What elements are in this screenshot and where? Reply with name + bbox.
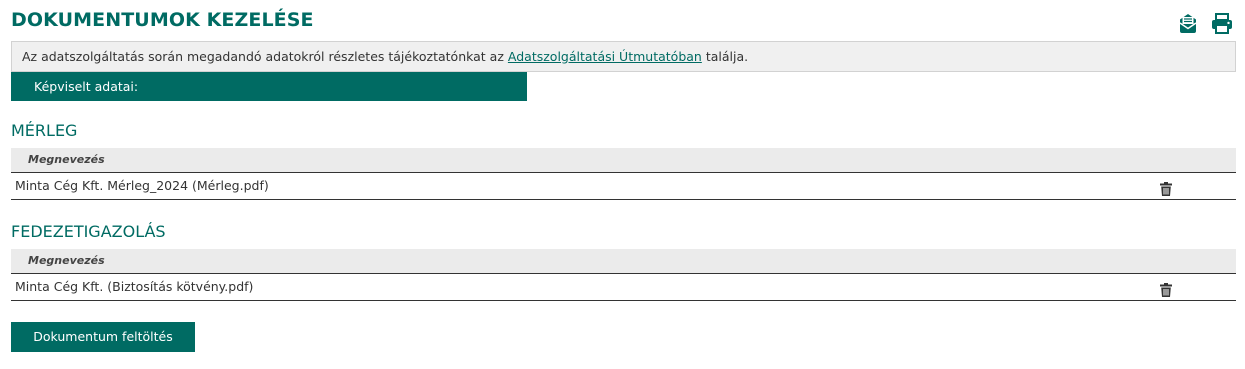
info-text: Az adatszolgáltatás során megadandó adat… <box>22 49 508 64</box>
print-icon[interactable] <box>1211 12 1233 34</box>
table-header: Megnevezés <box>11 249 1236 274</box>
trash-icon[interactable] <box>1159 280 1173 297</box>
guide-link[interactable]: Adatszolgáltatási Útmutatóban <box>508 49 702 64</box>
info-text-after: találja. <box>701 49 749 64</box>
column-header-name: Megnevezés <box>28 254 105 267</box>
mail-icon[interactable] <box>1177 12 1199 34</box>
section-title-fedezetigazolas: FEDEZETIGAZOLÁS <box>11 222 166 241</box>
document-table-fedezetigazolas: Megnevezés Minta Cég Kft. (Biztosítás kö… <box>11 249 1236 301</box>
section-title-merleg: MÉRLEG <box>11 121 78 140</box>
table-row: Minta Cég Kft. (Biztosítás kötvény.pdf) <box>11 274 1236 301</box>
document-filename: Minta Cég Kft. (Biztosítás kötvény.pdf) <box>15 279 254 294</box>
page-title: DOKUMENTUMOK KEZELÉSE <box>11 9 314 31</box>
document-filename: Minta Cég Kft. Mérleg_2024 (Mérleg.pdf) <box>15 178 269 193</box>
trash-icon[interactable] <box>1159 179 1173 196</box>
header-actions <box>1177 12 1233 34</box>
info-box: Az adatszolgáltatás során megadandó adat… <box>11 41 1236 72</box>
column-header-name: Megnevezés <box>28 153 105 166</box>
represented-data-bar[interactable]: Képviselt adatai: <box>11 72 527 101</box>
upload-document-button[interactable]: Dokumentum feltöltés <box>11 322 195 352</box>
represented-label: Képviselt adatai: <box>34 79 139 94</box>
document-table-merleg: Megnevezés Minta Cég Kft. Mérleg_2024 (M… <box>11 148 1236 200</box>
table-row: Minta Cég Kft. Mérleg_2024 (Mérleg.pdf) <box>11 173 1236 200</box>
table-header: Megnevezés <box>11 148 1236 173</box>
